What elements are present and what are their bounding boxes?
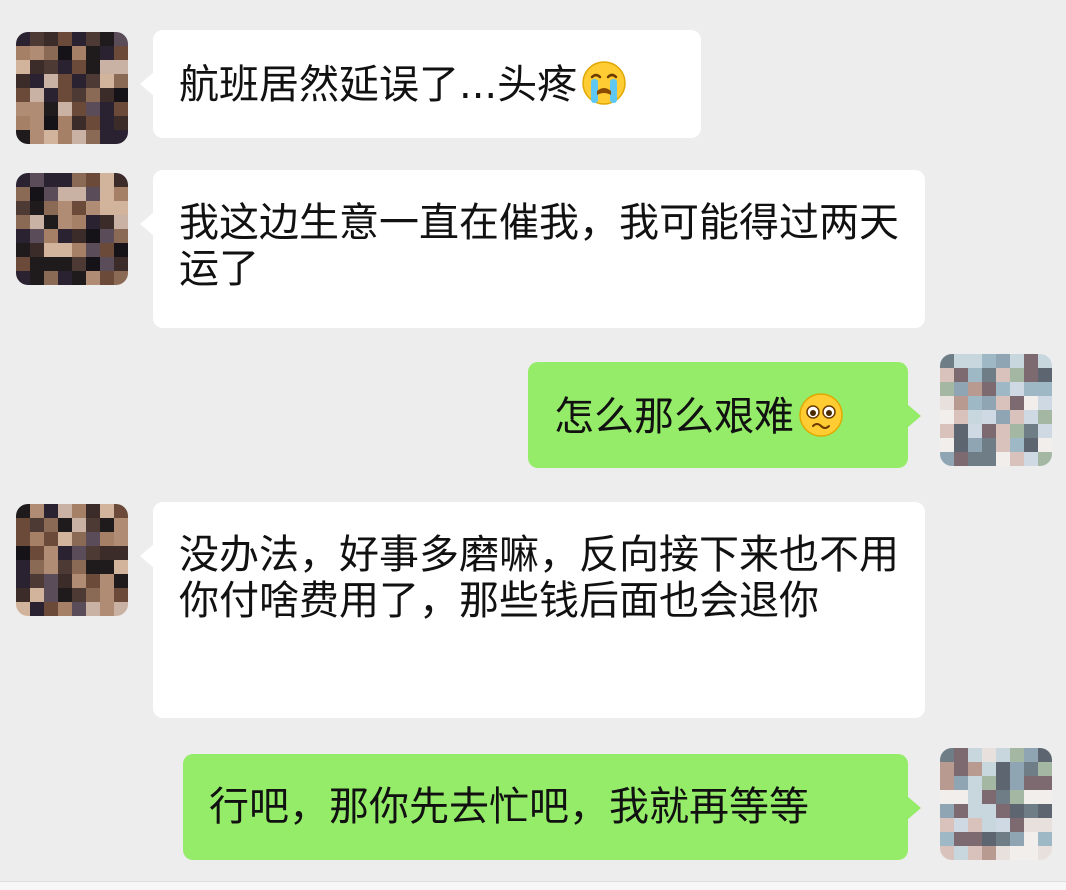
message-bubble-outgoing[interactable]: 怎么那么艰难 (528, 362, 908, 468)
pleading-face-emoji (799, 393, 843, 437)
bubble-tail (140, 72, 154, 96)
bubble-tail (907, 796, 921, 820)
message-text: 没办法，好事多磨嘛，反向接下来也不用你付啥费用了，那些钱后面也会退你 (179, 532, 899, 624)
bubble-tail (140, 544, 154, 568)
message-bubble-outgoing[interactable]: 行吧，那你先去忙吧，我就再等等 (183, 754, 908, 860)
contact-avatar-pixelated[interactable] (16, 32, 128, 144)
bubble-tail (907, 404, 921, 428)
contact-avatar-pixelated[interactable] (16, 504, 128, 616)
my-avatar-pixelated[interactable] (940, 748, 1052, 860)
message-text: 航班居然延误了...头疼 (179, 62, 578, 108)
message-text: 怎么那么艰难 (554, 394, 794, 440)
message-bubble-incoming[interactable]: 我这边生意一直在催我，我可能得过两天运了 (153, 170, 925, 328)
message-bubble-incoming[interactable]: 航班居然延误了...头疼 (153, 30, 701, 138)
my-avatar-pixelated[interactable] (940, 354, 1052, 466)
crying-face-emoji (582, 61, 626, 105)
message-text: 我这边生意一直在催我，我可能得过两天运了 (179, 200, 899, 292)
message-text: 行吧，那你先去忙吧，我就再等等 (209, 784, 809, 830)
input-bar-edge (0, 881, 1066, 890)
contact-avatar-pixelated[interactable] (16, 173, 128, 285)
bubble-tail (140, 212, 154, 236)
message-bubble-incoming[interactable]: 没办法，好事多磨嘛，反向接下来也不用你付啥费用了，那些钱后面也会退你 (153, 502, 925, 718)
